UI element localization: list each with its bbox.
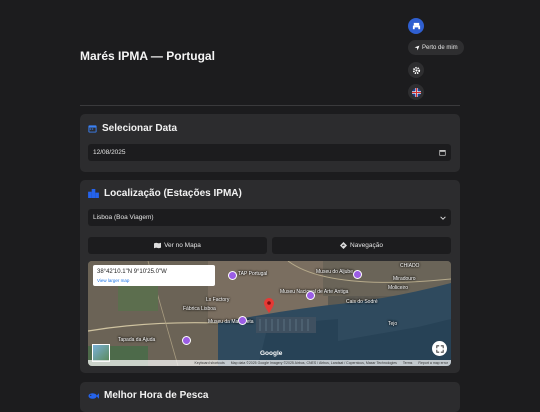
date-card: Selecionar Data 12/08/2025 [80, 114, 460, 172]
calendar-icon [88, 125, 97, 133]
map-label: Museu do Aljube [316, 269, 353, 275]
map-label: Fábrica Lisboa [183, 306, 216, 312]
map-label: Cais do Sodré [346, 299, 378, 305]
fullscreen-button[interactable] [432, 341, 447, 356]
uk-flag-icon [411, 87, 421, 97]
gear-icon [412, 66, 420, 74]
print-button[interactable] [408, 18, 424, 34]
map-label: Tejo [388, 321, 398, 327]
location-card-title: Localização (Estações IPMA) [88, 188, 242, 199]
station-selected-value: Lisboa (Boa Viagem) [93, 214, 154, 221]
directions-icon [340, 242, 348, 249]
fishing-card-title: Melhor Hora de Pesca [88, 390, 208, 401]
date-input[interactable]: 12/08/2025 [88, 144, 451, 161]
station-select[interactable]: Lisboa (Boa Viagem) [88, 209, 451, 226]
poi-marker[interactable] [306, 291, 315, 300]
location-section-title: Localização (Estações IPMA) [104, 188, 242, 199]
settings-button[interactable] [408, 62, 424, 78]
report-error-link[interactable]: Report a map error [418, 361, 448, 365]
poi-marker[interactable] [238, 316, 247, 325]
terms-link[interactable]: Terms [403, 361, 413, 365]
date-card-title: Selecionar Data [88, 123, 177, 134]
map-data-credit: Map data ©2025 Google Imagery ©2025 Airb… [230, 361, 397, 365]
map-embed[interactable]: Museu do Aljube CHIADO Miradouro Molicei… [88, 261, 451, 366]
view-larger-map-link[interactable]: View larger map [97, 278, 129, 283]
map-label: Lx Factory [206, 297, 230, 303]
location-card: Localização (Estações IPMA) Lisboa (Boa … [80, 180, 460, 373]
view-map-button[interactable]: Ver no Mapa [88, 237, 267, 254]
near-me-label: Perto de mim [422, 44, 458, 51]
map-label: CHIADO [400, 263, 420, 269]
building-icon [88, 189, 99, 198]
view-map-label: Ver no Mapa [164, 242, 201, 249]
chevron-down-icon [440, 215, 446, 220]
map-coordinates: 38°42'10.1"N 9°10'25.0"W [97, 269, 167, 275]
page-title: Marés IPMA — Portugal [80, 49, 215, 63]
navigation-label: Navegação [350, 242, 383, 249]
date-section-title: Selecionar Data [102, 123, 178, 134]
map-label: Moliceiro [388, 285, 409, 291]
poi-marker[interactable] [353, 270, 362, 279]
map-label: TAP Portugal [238, 271, 268, 277]
keyboard-shortcuts-link[interactable]: Keyboard shortcuts [195, 361, 225, 365]
location-pin-icon[interactable] [264, 298, 274, 313]
navigation-button[interactable]: Navegação [272, 237, 451, 254]
google-logo: Google [260, 350, 283, 357]
header: Marés IPMA — Portugal Perto de mim [80, 0, 464, 106]
map-label: Tapada da Ajuda [118, 337, 156, 343]
print-icon [412, 22, 420, 30]
fullscreen-icon [435, 344, 444, 353]
map-attribution: Keyboard shortcuts Map data ©2025 Google… [88, 360, 451, 366]
map-icon [154, 242, 162, 249]
location-arrow-icon [414, 45, 420, 50]
fishing-card: Melhor Hora de Pesca [80, 382, 460, 412]
near-me-button[interactable]: Perto de mim [408, 40, 464, 55]
map-info-box: 38°42'10.1"N 9°10'25.0"W View larger map [93, 265, 215, 286]
fish-icon [88, 392, 99, 399]
map-label: Miradouro [393, 276, 416, 282]
date-value: 12/08/2025 [93, 149, 126, 156]
language-button[interactable] [408, 84, 424, 100]
fishing-section-title: Melhor Hora de Pesca [104, 390, 209, 401]
poi-marker[interactable] [228, 271, 237, 280]
poi-marker[interactable] [182, 336, 191, 345]
calendar-picker-icon[interactable] [439, 149, 446, 156]
